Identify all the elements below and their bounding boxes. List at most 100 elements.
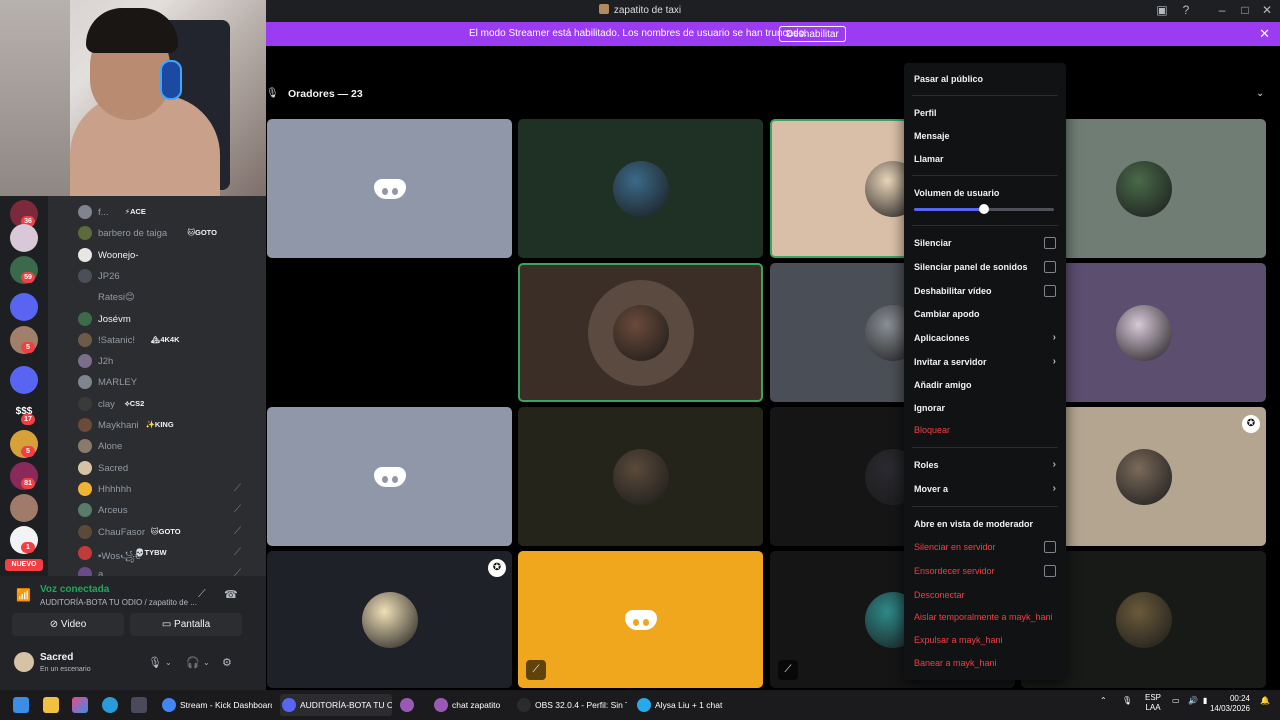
volume-icon[interactable]: 🔊	[1188, 696, 1198, 705]
list-item[interactable]: Hhhhhh ⟋	[78, 479, 268, 499]
menu-item-invitar-a-servidor[interactable]: Invitar a servidor ›	[914, 353, 1058, 371]
inbox-icon[interactable]: ▣	[1152, 3, 1172, 17]
list-item[interactable]: JP26	[78, 266, 268, 286]
screen-share-button[interactable]: ▭ Pantalla	[130, 613, 242, 636]
headphone-icon[interactable]: 🎧	[186, 656, 200, 669]
close-icon[interactable]: ✕	[1259, 26, 1270, 42]
menu-item-silenciar-panel-de-sonidos[interactable]: Silenciar panel de sonidos	[914, 258, 1058, 276]
menu-item-silenciar[interactable]: Silenciar	[914, 234, 1058, 252]
list-item[interactable]: MARLEY	[78, 372, 268, 392]
list-item[interactable]: Woonejo-	[78, 245, 268, 265]
chevron-down-icon[interactable]: ⌄	[1256, 88, 1264, 99]
volume-knob[interactable]	[979, 204, 989, 214]
list-item[interactable]: Sacred	[78, 458, 268, 478]
gear-icon[interactable]: ⚙	[222, 656, 232, 669]
list-item[interactable]: ChauFasor 🐱GOTO ⟋	[78, 522, 268, 542]
list-item[interactable]: Arceus ⟋	[78, 500, 268, 520]
list-item[interactable]: !Satanic! 🏔4K4K	[78, 330, 268, 350]
copilot-icon[interactable]	[72, 697, 88, 713]
list-item[interactable]: barbero de taiga 🐱GOTO	[78, 223, 268, 243]
checkbox[interactable]	[1044, 541, 1056, 553]
disconnect-icon[interactable]: ☎	[224, 588, 238, 601]
voice-channel[interactable]: AUDITORÍA-BOTA TU ODIO / zapatito de ...	[40, 598, 197, 607]
menu-item-pasar-al-público[interactable]: Pasar al público	[914, 70, 1058, 88]
menu-item-roles[interactable]: Roles ›	[914, 456, 1058, 474]
taskbar-app[interactable]: Stream - Kick Dashboard	[160, 694, 272, 716]
menu-item-ignorar[interactable]: Ignorar	[914, 399, 1058, 417]
list-item[interactable]: f... ⚡ACE	[78, 202, 268, 222]
list-item[interactable]: clay ⟡CS2	[78, 394, 268, 414]
list-item[interactable]: Josévm	[78, 309, 268, 329]
participant-tile[interactable]	[518, 263, 763, 402]
menu-item-añadir-amigo[interactable]: Añadir amigo	[914, 376, 1058, 394]
edge-icon[interactable]	[102, 697, 118, 713]
server-icon[interactable]	[10, 224, 38, 252]
voice-status[interactable]: Voz conectada	[40, 584, 109, 595]
chevron-down-icon[interactable]: ⌄	[203, 658, 210, 667]
participant-tile[interactable]	[267, 407, 512, 546]
close-window-button[interactable]: ✕	[1257, 3, 1277, 17]
signal-icon[interactable]: 📶	[16, 588, 31, 602]
menu-item-banear-a-mayk-hani[interactable]: Banear a mayk_hani	[914, 654, 1058, 672]
avatar[interactable]	[14, 652, 34, 672]
participant-tile[interactable]	[267, 263, 512, 402]
menu-item-mover-a[interactable]: Mover a ›	[914, 480, 1058, 498]
mic-icon[interactable]: 🎙	[1122, 696, 1132, 705]
volume-slider[interactable]	[914, 204, 1054, 214]
checkbox[interactable]	[1044, 261, 1056, 273]
video-button[interactable]: ⊘ Video	[12, 613, 124, 636]
menu-item-mensaje[interactable]: Mensaje	[914, 127, 1058, 145]
participant-tile[interactable]: ⟋	[518, 551, 763, 688]
server-icon[interactable]	[10, 293, 38, 321]
menu-item-desconectar[interactable]: Desconectar	[914, 586, 1058, 604]
participant-tile[interactable]	[518, 119, 763, 258]
server-icon[interactable]	[10, 366, 38, 394]
list-item[interactable]: Maykhani ✨KING	[78, 415, 268, 435]
disable-streamer-button[interactable]: Deshabilitar	[779, 26, 846, 42]
menu-item-llamar[interactable]: Llamar	[914, 150, 1058, 168]
list-item[interactable]: Ratesi😊	[78, 287, 268, 307]
mic-icon[interactable]: 🎙	[148, 656, 162, 669]
network-icon[interactable]: ▭	[1172, 696, 1180, 705]
menu-item-aislar-temporalmente-a-mayk-hani[interactable]: Aislar temporalmente a mayk_hani	[914, 608, 1058, 626]
windows-start-icon[interactable]	[13, 697, 29, 713]
participant-tile[interactable]: ✪	[267, 551, 512, 688]
menu-item-deshabilitar-vídeo[interactable]: Deshabilitar vídeo	[914, 282, 1058, 300]
menu-item-bloquear[interactable]: Bloquear	[914, 421, 1058, 439]
menu-item-silenciar-en-servidor[interactable]: Silenciar en servidor	[914, 538, 1058, 556]
list-item[interactable]: Alone	[78, 436, 268, 456]
server-icon[interactable]	[10, 494, 38, 522]
participant-tile[interactable]	[267, 119, 512, 258]
menu-item-abre-en-vista-de-moderador[interactable]: Abre en vista de moderador	[914, 515, 1058, 533]
unread-badge: 59	[21, 272, 35, 283]
checkbox[interactable]	[1044, 565, 1056, 577]
taskbar-app[interactable]: Alysa Liu + 1 chat	[635, 694, 725, 716]
taskbar-app[interactable]: OBS 32.0.4 - Perfil: Sin T	[515, 694, 627, 716]
menu-item-cambiar-apodo[interactable]: Cambiar apodo	[914, 305, 1058, 323]
checkbox[interactable]	[1044, 237, 1056, 249]
list-item[interactable]: J2h	[78, 351, 268, 371]
chevron-down-icon[interactable]: ⌄	[165, 658, 172, 667]
notification-icon[interactable]: 🔔	[1260, 696, 1270, 705]
minimize-button[interactable]: –	[1212, 3, 1232, 17]
clock[interactable]: 00:24 14/03/2026	[1206, 694, 1250, 714]
taskbar-app[interactable]	[398, 694, 422, 716]
menu-item-expulsar-a-mayk-hani[interactable]: Expulsar a mayk_hani	[914, 631, 1058, 649]
store-icon[interactable]	[131, 697, 147, 713]
participant-tile[interactable]	[518, 407, 763, 546]
menu-item-aplicaciones[interactable]: Aplicaciones ›	[914, 329, 1058, 347]
menu-item-ensordecer-servidor[interactable]: Ensordecer servidor	[914, 562, 1058, 580]
maximize-button[interactable]: □	[1235, 3, 1255, 17]
menu-item-volumen-de-usuario[interactable]: Volumen de usuario	[914, 184, 1058, 202]
menu-item-perfil[interactable]: Perfil	[914, 104, 1058, 122]
chevron-up-icon[interactable]: ⌃	[1100, 696, 1107, 705]
taskbar-app[interactable]: AUDITORÍA-BOTA TU OI	[280, 694, 392, 716]
file-explorer-icon[interactable]	[43, 697, 59, 713]
checkbox[interactable]	[1044, 285, 1056, 297]
user-name[interactable]: Sacred	[40, 652, 73, 663]
taskbar-app[interactable]: chat zapatito	[432, 694, 508, 716]
language-indicator[interactable]: ESP LAA	[1145, 693, 1161, 713]
noise-suppression-icon[interactable]: ⟋	[198, 588, 206, 601]
help-icon[interactable]: ?	[1176, 3, 1196, 17]
list-item[interactable]: •Wos꧁€ 💀TYBW ⟋	[78, 543, 268, 563]
